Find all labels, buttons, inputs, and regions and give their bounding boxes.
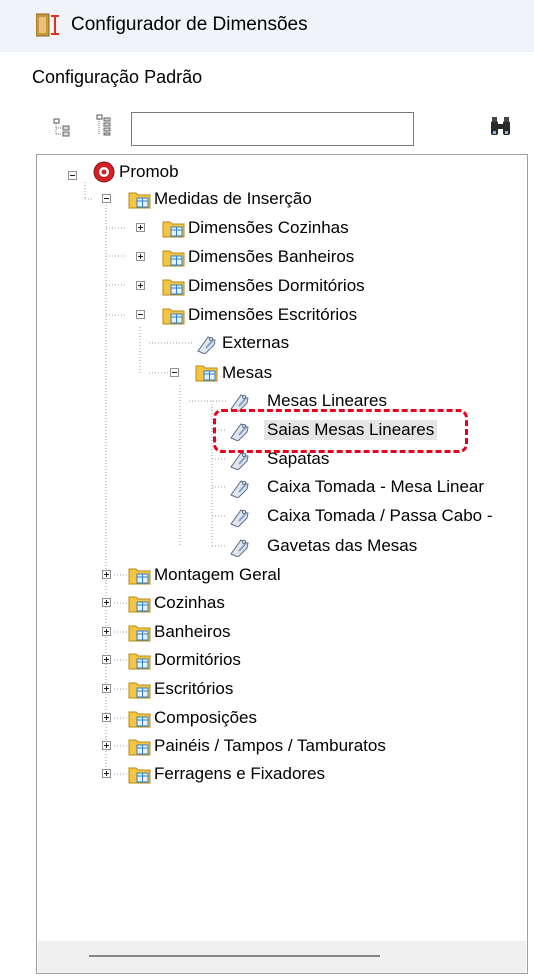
configuration-label: Configuração Padrão	[32, 67, 203, 87]
tree-node-dormitorios[interactable]: Dormitórios	[154, 650, 241, 670]
tree-node-montagem-geral[interactable]: Montagem Geral	[154, 565, 281, 585]
tree-node-caixa-tomada[interactable]: Caixa Tomada - Mesa Linear	[267, 477, 484, 497]
tree-node-dimensoes-escritorios[interactable]: Dimensões Escritórios	[188, 305, 357, 325]
tag-icon	[230, 480, 249, 498]
expand-toggle[interactable]	[102, 598, 111, 607]
configurator-icon	[36, 13, 59, 37]
window-title: Configurador de Dimensões	[71, 14, 308, 35]
expand-toggle[interactable]	[102, 570, 111, 579]
tree-node-medidas-insercao[interactable]: Medidas de Inserção	[154, 189, 312, 209]
tree-node-mesas-lineares[interactable]: Mesas Lineares	[267, 391, 387, 411]
binoculars-icon[interactable]	[486, 115, 516, 141]
folder-icon	[128, 711, 151, 728]
horizontal-scrollbar[interactable]	[38, 941, 526, 973]
folder-icon	[128, 568, 151, 585]
tree-node-externas[interactable]: Externas	[222, 333, 289, 353]
tree-node-dimensoes-banheiros[interactable]: Dimensões Banheiros	[188, 247, 354, 267]
collapse-toggle[interactable]	[170, 368, 179, 377]
dimension-tree[interactable]: Promob Medidas de Inserção Dimensões Coz…	[36, 154, 528, 974]
collapse-tree-icon[interactable]	[52, 117, 72, 139]
collapse-toggle[interactable]	[102, 194, 111, 203]
tag-icon	[197, 336, 216, 354]
folder-icon	[162, 221, 185, 238]
expand-toggle[interactable]	[136, 252, 145, 261]
expand-toggle[interactable]	[136, 223, 145, 232]
folder-icon	[128, 682, 151, 699]
tree-node-mesas[interactable]: Mesas	[222, 363, 272, 383]
folder-icon	[128, 596, 151, 613]
folder-icon	[162, 250, 185, 267]
folder-icon	[162, 308, 185, 325]
expand-tree-icon[interactable]	[94, 114, 114, 136]
tree-node-composicoes[interactable]: Composições	[154, 708, 257, 728]
expand-toggle[interactable]	[102, 741, 111, 750]
tree-node-caixa-passa-cabo[interactable]: Caixa Tomada / Passa Cabo -	[267, 506, 493, 526]
promob-logo-icon	[93, 161, 115, 183]
tree-node-escritorios[interactable]: Escritórios	[154, 679, 233, 699]
tree-node-paineis[interactable]: Painéis / Tampos / Tamburatos	[154, 736, 386, 756]
collapse-toggle[interactable]	[136, 310, 145, 319]
scrollbar-thumb[interactable]	[89, 955, 380, 957]
tree-node-promob[interactable]: Promob	[119, 162, 179, 182]
tree-node-dimensoes-cozinhas[interactable]: Dimensões Cozinhas	[188, 218, 349, 238]
tree-node-dimensoes-dormitorios[interactable]: Dimensões Dormitórios	[188, 276, 365, 296]
collapse-toggle[interactable]	[68, 171, 77, 180]
tree-node-cozinhas[interactable]: Cozinhas	[154, 593, 225, 613]
highlight-annotation	[213, 409, 468, 453]
folder-icon	[128, 192, 151, 209]
expand-toggle[interactable]	[136, 281, 145, 290]
expand-toggle[interactable]	[102, 713, 111, 722]
tree-node-ferragens[interactable]: Ferragens e Fixadores	[154, 764, 325, 784]
expand-toggle[interactable]	[102, 655, 111, 664]
folder-icon	[128, 653, 151, 670]
folder-icon	[128, 767, 151, 784]
title-bar: Configurador de Dimensões	[0, 0, 534, 52]
expand-toggle[interactable]	[102, 627, 111, 636]
folder-icon	[128, 625, 151, 642]
tag-icon	[230, 509, 249, 527]
folder-icon	[195, 365, 218, 382]
tree-node-banheiros[interactable]: Banheiros	[154, 622, 231, 642]
folder-icon	[128, 739, 151, 756]
folder-icon	[162, 279, 185, 296]
tree-node-gavetas-mesas[interactable]: Gavetas das Mesas	[267, 536, 417, 556]
search-input[interactable]	[131, 112, 414, 146]
expand-toggle[interactable]	[102, 769, 111, 778]
tag-icon	[230, 539, 249, 557]
expand-toggle[interactable]	[102, 684, 111, 693]
